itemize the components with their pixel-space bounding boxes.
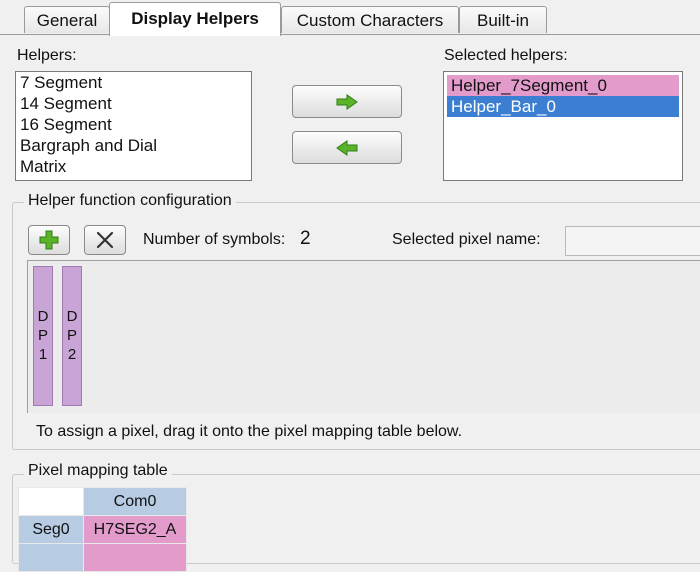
- number-of-symbols-value: 2: [300, 228, 311, 249]
- pixel-mapping-table: Com0 Seg0 H7SEG2_A: [18, 487, 187, 572]
- helper-item-14-segment[interactable]: 14 Segment: [16, 93, 251, 114]
- selected-helpers-label: Selected helpers:: [444, 47, 568, 64]
- add-symbol-button[interactable]: [28, 225, 70, 255]
- row-header-empty: [18, 543, 84, 572]
- table-corner-cell: [18, 487, 84, 516]
- mapping-cell-seg0-com0[interactable]: H7SEG2_A: [83, 515, 187, 544]
- number-of-symbols-label: Number of symbols:: [143, 231, 286, 248]
- tab-custom-characters[interactable]: Custom Characters: [281, 6, 459, 33]
- pixel-dp1[interactable]: DP1: [33, 266, 53, 406]
- delete-symbol-button[interactable]: [84, 225, 126, 255]
- tab-built-in[interactable]: Built-in: [459, 6, 547, 33]
- helpers-label: Helpers:: [17, 47, 77, 64]
- arrow-right-icon: [336, 93, 358, 110]
- selected-helper-7segment[interactable]: Helper_7Segment_0: [447, 75, 679, 96]
- pixel-area: [27, 260, 700, 413]
- pixel-dp2[interactable]: DP2: [62, 266, 82, 406]
- assign-pixel-hint: To assign a pixel, drag it onto the pixe…: [36, 423, 463, 440]
- config-group-title: Helper function configuration: [24, 192, 236, 210]
- plus-icon: [39, 230, 59, 250]
- selected-pixel-name-input[interactable]: [565, 226, 700, 256]
- tab-display-helpers[interactable]: Display Helpers: [109, 2, 281, 36]
- add-helper-button[interactable]: [292, 85, 402, 118]
- mapping-group-title: Pixel mapping table: [24, 462, 172, 480]
- remove-helper-button[interactable]: [292, 131, 402, 164]
- close-icon: [96, 231, 114, 249]
- tab-strip: General Display Helpers Custom Character…: [0, 0, 700, 36]
- selected-helper-bar[interactable]: Helper_Bar_0: [447, 96, 679, 117]
- selected-pixel-name-label: Selected pixel name:: [392, 231, 541, 248]
- helpers-list[interactable]: 7 Segment 14 Segment 16 Segment Bargraph…: [15, 71, 252, 181]
- tab-general[interactable]: General: [24, 6, 110, 33]
- helper-item-7-segment[interactable]: 7 Segment: [16, 72, 251, 93]
- mapping-cell-empty[interactable]: [83, 543, 187, 572]
- arrow-left-icon: [336, 139, 358, 156]
- selected-helpers-list[interactable]: Helper_7Segment_0 Helper_Bar_0: [443, 71, 683, 181]
- helper-item-16-segment[interactable]: 16 Segment: [16, 114, 251, 135]
- row-header-seg0: Seg0: [18, 515, 84, 544]
- column-header-com0: Com0: [83, 487, 187, 516]
- helper-item-matrix[interactable]: Matrix: [16, 156, 251, 177]
- helper-item-bargraph-dial[interactable]: Bargraph and Dial: [16, 135, 251, 156]
